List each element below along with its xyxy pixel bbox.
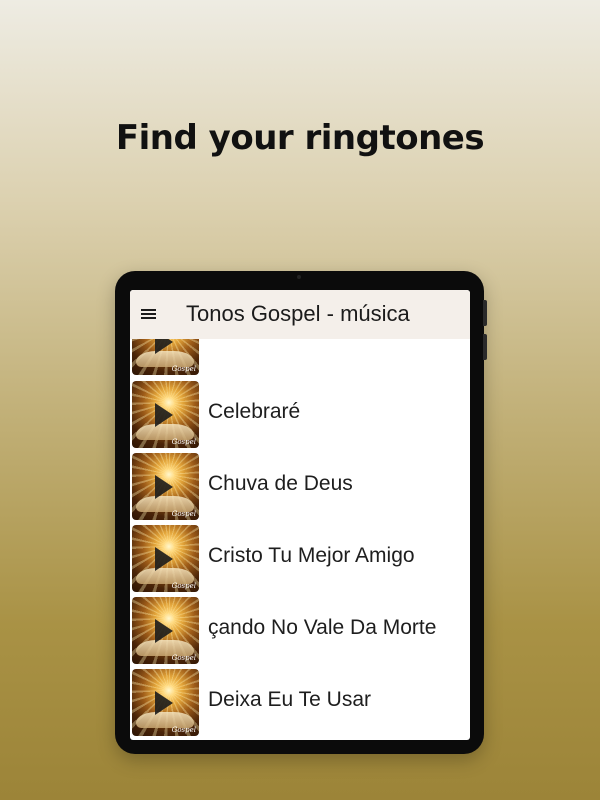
play-icon bbox=[155, 547, 173, 571]
app-bar: Tonos Gospel - música bbox=[130, 290, 470, 339]
list-item[interactable]: Gospel çando No Vale Da Morte bbox=[130, 594, 470, 666]
play-icon bbox=[155, 619, 173, 643]
ringtone-thumbnail: Gospel bbox=[132, 669, 199, 736]
tablet-camera bbox=[297, 275, 301, 279]
play-icon bbox=[155, 339, 173, 354]
play-icon bbox=[155, 691, 173, 715]
ringtone-title: çando No Vale Da Morte bbox=[208, 616, 437, 639]
app-screen: Tonos Gospel - música Gospel Gospel Cele… bbox=[130, 290, 470, 740]
play-icon bbox=[155, 475, 173, 499]
ringtone-title: Cristo Tu Mejor Amigo bbox=[208, 544, 415, 567]
ringtone-thumbnail: Gospel bbox=[132, 381, 199, 448]
list-item[interactable]: Gospel Deixa Eu Te Usar bbox=[130, 666, 470, 738]
ringtone-thumbnail: Gospel bbox=[132, 597, 199, 664]
ringtone-title: Deixa Eu Te Usar bbox=[208, 688, 372, 711]
ringtone-list[interactable]: Gospel Gospel Celebraré Gospel Chuva de … bbox=[130, 339, 470, 740]
ringtone-thumbnail: Gospel bbox=[132, 453, 199, 520]
menu-icon[interactable] bbox=[140, 307, 158, 321]
list-item[interactable]: Gospel Cristo Tu Mejor Amigo bbox=[130, 522, 470, 594]
ringtone-title: Chuva de Deus bbox=[208, 472, 353, 495]
ringtone-thumbnail: Gospel bbox=[132, 339, 199, 375]
ringtone-thumbnail: Gospel bbox=[132, 525, 199, 592]
tablet-side-button bbox=[483, 334, 487, 360]
list-item[interactable]: Gospel Celebraré bbox=[130, 378, 470, 450]
headline: Find your ringtones bbox=[115, 118, 485, 158]
app-title: Tonos Gospel - música bbox=[186, 301, 410, 326]
ringtone-title: Celebraré bbox=[208, 400, 301, 423]
play-icon bbox=[155, 403, 173, 427]
list-item[interactable]: Gospel bbox=[130, 339, 470, 377]
list-item[interactable]: Gospel Chuva de Deus bbox=[130, 450, 470, 522]
tablet-side-button bbox=[483, 300, 487, 326]
